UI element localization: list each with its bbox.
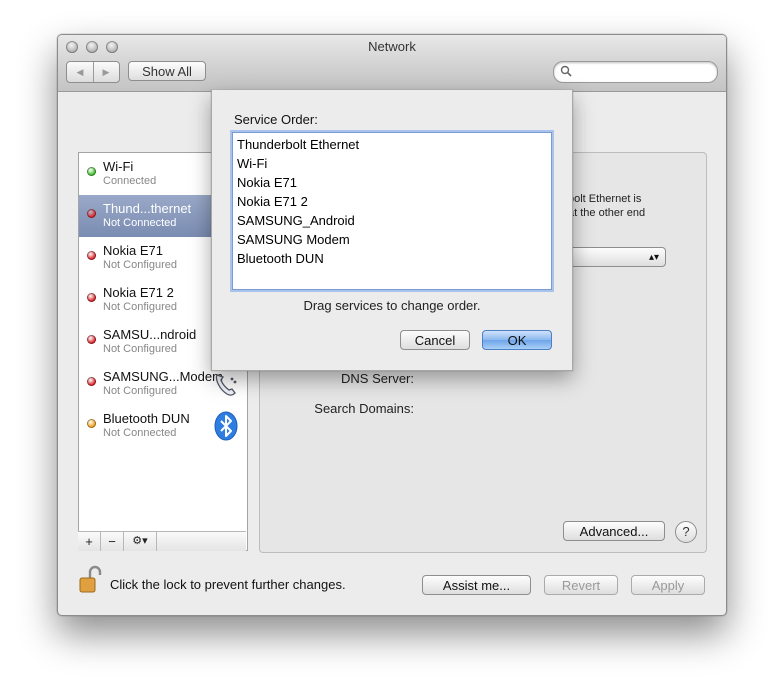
remove-service-button[interactable]: − [101, 532, 124, 551]
service-status: Not Connected [103, 217, 177, 229]
gear-icon[interactable]: ⚙▾ [124, 532, 157, 551]
telephone-icon [213, 369, 239, 399]
search-icon [560, 65, 572, 80]
advanced-button[interactable]: Advanced... [563, 521, 665, 541]
service-order-sheet: Service Order: Thunderbolt Ethernet Wi-F… [211, 90, 573, 371]
list-item[interactable]: Nokia E71 [237, 175, 297, 190]
list-item[interactable]: Nokia E71 2 [237, 194, 308, 209]
service-name: SAMSUNG...Modem [103, 369, 223, 384]
status-dot [87, 419, 96, 428]
help-button[interactable]: ? [675, 521, 697, 543]
status-dot [87, 335, 96, 344]
service-status: Not Configured [103, 385, 177, 397]
nav-segmented-control: ◀ ▶ [66, 61, 120, 83]
list-item[interactable]: Wi-Fi [237, 156, 267, 171]
service-order-list[interactable]: Thunderbolt Ethernet Wi-Fi Nokia E71 Nok… [232, 132, 552, 290]
search-input[interactable] [553, 61, 718, 83]
configure-popup[interactable]: ▴▾ [564, 247, 666, 267]
list-item[interactable]: Thunderbolt Ethernet [237, 137, 359, 152]
service-item-bluetooth-dun[interactable]: Bluetooth DUN Not Connected [79, 405, 247, 447]
bluetooth-icon [213, 411, 239, 441]
cancel-button[interactable]: Cancel [400, 330, 470, 350]
service-name: SAMSU...ndroid [103, 327, 197, 342]
status-dot [87, 377, 96, 386]
apply-button[interactable]: Apply [631, 575, 705, 595]
service-status: Not Connected [103, 427, 177, 439]
service-name: Thund...thernet [103, 201, 192, 216]
ok-button[interactable]: OK [482, 330, 552, 350]
status-dot [87, 209, 96, 218]
service-name: Nokia E71 2 [103, 285, 174, 300]
service-order-label: Service Order: [234, 112, 318, 127]
drag-hint: Drag services to change order. [303, 298, 481, 313]
popup-arrows-icon: ▴▾ [648, 252, 659, 263]
add-service-button[interactable]: + [78, 532, 101, 551]
status-dot [87, 251, 96, 260]
service-status: Not Configured [103, 343, 177, 355]
service-status: Not Configured [103, 301, 177, 313]
service-status: Not Configured [103, 259, 177, 271]
assist-me-button[interactable]: Assist me... [422, 575, 531, 595]
lock-message: Click the lock to prevent further change… [110, 577, 346, 592]
list-item[interactable]: Bluetooth DUN [237, 251, 324, 266]
service-list-toolbar: + − ⚙▾ [78, 531, 246, 551]
search-domains-label: Search Domains: [314, 401, 414, 416]
list-item[interactable]: SAMSUNG_Android [237, 213, 355, 228]
forward-button[interactable]: ▶ [93, 62, 119, 82]
service-name: Wi-Fi [103, 159, 134, 174]
service-status: Connected [103, 175, 157, 187]
service-name: Bluetooth DUN [103, 411, 190, 426]
status-description-line1: bolt Ethernet is [568, 193, 642, 205]
revert-button[interactable]: Revert [544, 575, 618, 595]
service-name: Nokia E71 [103, 243, 163, 258]
status-description-line2: at the other end [568, 207, 646, 219]
status-dot [87, 293, 96, 302]
list-item[interactable]: SAMSUNG Modem [237, 232, 350, 247]
title-bar: Network ◀ ▶ Show All [58, 35, 726, 92]
back-button[interactable]: ◀ [67, 62, 94, 82]
show-all-button[interactable]: Show All [128, 61, 206, 81]
dns-server-label: DNS Server: [341, 371, 414, 386]
window-title: Network [368, 39, 416, 54]
lock-icon[interactable] [78, 565, 102, 595]
status-dot [87, 167, 96, 176]
